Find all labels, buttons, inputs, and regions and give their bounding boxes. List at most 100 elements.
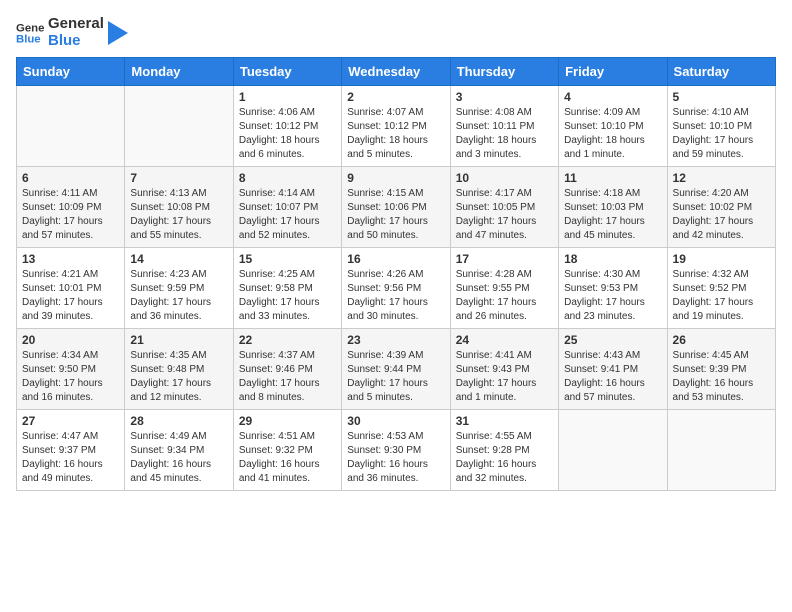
- day-number: 22: [239, 333, 336, 347]
- logo: General Blue General Blue: [16, 16, 128, 49]
- day-info: Sunrise: 4:47 AM Sunset: 9:37 PM Dayligh…: [22, 430, 119, 486]
- calendar-day-cell: 27Sunrise: 4:47 AM Sunset: 9:37 PM Dayli…: [17, 410, 125, 491]
- day-info: Sunrise: 4:11 AM Sunset: 10:09 PM Daylig…: [22, 187, 119, 243]
- calendar-day-cell: 10 Sunrise: 4:17 AM Sunset: 10:05 PM Dayl…: [450, 167, 558, 248]
- day-info: Sunrise: 4:25 AM Sunset: 9:58 PM Dayligh…: [239, 268, 336, 324]
- day-number: 19: [673, 252, 770, 266]
- day-number: 3: [456, 90, 553, 104]
- day-info: Sunrise: 4:15 AM Sunset: 10:06 PM Daylig…: [347, 187, 444, 243]
- calendar-day-cell: 22 Sunrise: 4:37 AM Sunset: 9:46 PM Dayli…: [233, 329, 341, 410]
- calendar-day-cell: 7 Sunrise: 4:13 AM Sunset: 10:08 PM Dayli…: [125, 167, 233, 248]
- day-info: Sunrise: 4:21 AM Sunset: 10:01 PM Daylig…: [22, 268, 119, 324]
- calendar-day-cell: 11Sunrise: 4:18 AM Sunset: 10:03 PM Dayl…: [559, 167, 667, 248]
- calendar-day-cell: 16 Sunrise: 4:26 AM Sunset: 9:56 PM Dayli…: [342, 248, 450, 329]
- calendar-header-row: SundayMondayTuesdayWednesdayThursdayFrid…: [17, 58, 776, 86]
- day-number: 29: [239, 414, 336, 428]
- day-info: Sunrise: 4:14 AM Sunset: 10:07 PM Daylig…: [239, 187, 336, 243]
- day-of-week-header: Sunday: [17, 58, 125, 86]
- day-number: 1: [239, 90, 336, 104]
- day-of-week-header: Saturday: [667, 58, 775, 86]
- day-info: Sunrise: 4:55 AM Sunset: 9:28 PM Dayligh…: [456, 430, 553, 486]
- day-info: Sunrise: 4:23 AM Sunset: 9:59 PM Dayligh…: [130, 268, 227, 324]
- day-info: Sunrise: 4:35 AM Sunset: 9:48 PM Dayligh…: [130, 349, 227, 405]
- calendar-day-cell: 19 Sunrise: 4:32 AM Sunset: 9:52 PM Dayli…: [667, 248, 775, 329]
- calendar-week-row: 13 Sunrise: 4:21 AM Sunset: 10:01 PM Dayl…: [17, 248, 776, 329]
- day-number: 20: [22, 333, 119, 347]
- calendar-day-cell: 15 Sunrise: 4:25 AM Sunset: 9:58 PM Dayli…: [233, 248, 341, 329]
- day-number: 24: [456, 333, 553, 347]
- calendar-day-cell: [559, 410, 667, 491]
- day-info: Sunrise: 4:49 AM Sunset: 9:34 PM Dayligh…: [130, 430, 227, 486]
- calendar-day-cell: 4 Sunrise: 4:09 AM Sunset: 10:10 PM Dayli…: [559, 86, 667, 167]
- day-number: 21: [130, 333, 227, 347]
- day-info: Sunrise: 4:41 AM Sunset: 9:43 PM Dayligh…: [456, 349, 553, 405]
- day-info: Sunrise: 4:28 AM Sunset: 9:55 PM Dayligh…: [456, 268, 553, 324]
- calendar-day-cell: 13 Sunrise: 4:21 AM Sunset: 10:01 PM Dayl…: [17, 248, 125, 329]
- calendar-week-row: 27Sunrise: 4:47 AM Sunset: 9:37 PM Dayli…: [17, 410, 776, 491]
- calendar-day-cell: 14 Sunrise: 4:23 AM Sunset: 9:59 PM Dayli…: [125, 248, 233, 329]
- day-number: 5: [673, 90, 770, 104]
- logo-text-blue: Blue: [48, 33, 104, 50]
- day-number: 26: [673, 333, 770, 347]
- calendar-day-cell: 20 Sunrise: 4:34 AM Sunset: 9:50 PM Dayli…: [17, 329, 125, 410]
- day-info: Sunrise: 4:34 AM Sunset: 9:50 PM Dayligh…: [22, 349, 119, 405]
- day-number: 14: [130, 252, 227, 266]
- logo-text-general: General: [48, 16, 104, 33]
- calendar-day-cell: 30Sunrise: 4:53 AM Sunset: 9:30 PM Dayli…: [342, 410, 450, 491]
- day-info: Sunrise: 4:26 AM Sunset: 9:56 PM Dayligh…: [347, 268, 444, 324]
- calendar-day-cell: 3 Sunrise: 4:08 AM Sunset: 10:11 PM Dayli…: [450, 86, 558, 167]
- day-number: 4: [564, 90, 661, 104]
- calendar-day-cell: 31 Sunrise: 4:55 AM Sunset: 9:28 PM Dayli…: [450, 410, 558, 491]
- calendar-day-cell: 8 Sunrise: 4:14 AM Sunset: 10:07 PM Dayli…: [233, 167, 341, 248]
- day-number: 10: [456, 171, 553, 185]
- day-number: 13: [22, 252, 119, 266]
- calendar-day-cell: 21 Sunrise: 4:35 AM Sunset: 9:48 PM Dayli…: [125, 329, 233, 410]
- calendar-day-cell: 6Sunrise: 4:11 AM Sunset: 10:09 PM Dayli…: [17, 167, 125, 248]
- calendar-day-cell: 2Sunrise: 4:07 AM Sunset: 10:12 PM Dayli…: [342, 86, 450, 167]
- calendar-day-cell: [125, 86, 233, 167]
- day-of-week-header: Thursday: [450, 58, 558, 86]
- calendar-day-cell: 23 Sunrise: 4:39 AM Sunset: 9:44 PM Dayli…: [342, 329, 450, 410]
- day-number: 28: [130, 414, 227, 428]
- svg-text:Blue: Blue: [16, 33, 41, 45]
- day-number: 31: [456, 414, 553, 428]
- day-of-week-header: Monday: [125, 58, 233, 86]
- calendar-week-row: 6Sunrise: 4:11 AM Sunset: 10:09 PM Dayli…: [17, 167, 776, 248]
- day-number: 23: [347, 333, 444, 347]
- day-number: 30: [347, 414, 444, 428]
- calendar-day-cell: 9 Sunrise: 4:15 AM Sunset: 10:06 PM Dayli…: [342, 167, 450, 248]
- calendar-day-cell: 18Sunrise: 4:30 AM Sunset: 9:53 PM Dayli…: [559, 248, 667, 329]
- day-info: Sunrise: 4:13 AM Sunset: 10:08 PM Daylig…: [130, 187, 227, 243]
- calendar-day-cell: 26 Sunrise: 4:45 AM Sunset: 9:39 PM Dayli…: [667, 329, 775, 410]
- day-info: Sunrise: 4:51 AM Sunset: 9:32 PM Dayligh…: [239, 430, 336, 486]
- calendar-day-cell: 24 Sunrise: 4:41 AM Sunset: 9:43 PM Dayli…: [450, 329, 558, 410]
- day-info: Sunrise: 4:45 AM Sunset: 9:39 PM Dayligh…: [673, 349, 770, 405]
- day-number: 9: [347, 171, 444, 185]
- calendar-day-cell: 12Sunrise: 4:20 AM Sunset: 10:02 PM Dayl…: [667, 167, 775, 248]
- day-number: 16: [347, 252, 444, 266]
- logo-arrow-icon: [108, 21, 128, 45]
- calendar-day-cell: 17Sunrise: 4:28 AM Sunset: 9:55 PM Dayli…: [450, 248, 558, 329]
- day-of-week-header: Wednesday: [342, 58, 450, 86]
- day-info: Sunrise: 4:08 AM Sunset: 10:11 PM Daylig…: [456, 106, 553, 162]
- day-info: Sunrise: 4:30 AM Sunset: 9:53 PM Dayligh…: [564, 268, 661, 324]
- calendar-day-cell: 1 Sunrise: 4:06 AM Sunset: 10:12 PM Dayli…: [233, 86, 341, 167]
- calendar-day-cell: 29 Sunrise: 4:51 AM Sunset: 9:32 PM Dayli…: [233, 410, 341, 491]
- calendar-table: SundayMondayTuesdayWednesdayThursdayFrid…: [16, 57, 776, 491]
- day-info: Sunrise: 4:20 AM Sunset: 10:02 PM Daylig…: [673, 187, 770, 243]
- calendar-day-cell: [17, 86, 125, 167]
- calendar-week-row: 1 Sunrise: 4:06 AM Sunset: 10:12 PM Dayli…: [17, 86, 776, 167]
- day-of-week-header: Tuesday: [233, 58, 341, 86]
- day-info: Sunrise: 4:09 AM Sunset: 10:10 PM Daylig…: [564, 106, 661, 162]
- day-number: 15: [239, 252, 336, 266]
- day-info: Sunrise: 4:32 AM Sunset: 9:52 PM Dayligh…: [673, 268, 770, 324]
- day-number: 8: [239, 171, 336, 185]
- day-info: Sunrise: 4:43 AM Sunset: 9:41 PM Dayligh…: [564, 349, 661, 405]
- calendar-week-row: 20 Sunrise: 4:34 AM Sunset: 9:50 PM Dayli…: [17, 329, 776, 410]
- day-info: Sunrise: 4:39 AM Sunset: 9:44 PM Dayligh…: [347, 349, 444, 405]
- day-info: Sunrise: 4:17 AM Sunset: 10:05 PM Daylig…: [456, 187, 553, 243]
- day-info: Sunrise: 4:37 AM Sunset: 9:46 PM Dayligh…: [239, 349, 336, 405]
- day-number: 7: [130, 171, 227, 185]
- calendar-day-cell: 28 Sunrise: 4:49 AM Sunset: 9:34 PM Dayli…: [125, 410, 233, 491]
- day-info: Sunrise: 4:06 AM Sunset: 10:12 PM Daylig…: [239, 106, 336, 162]
